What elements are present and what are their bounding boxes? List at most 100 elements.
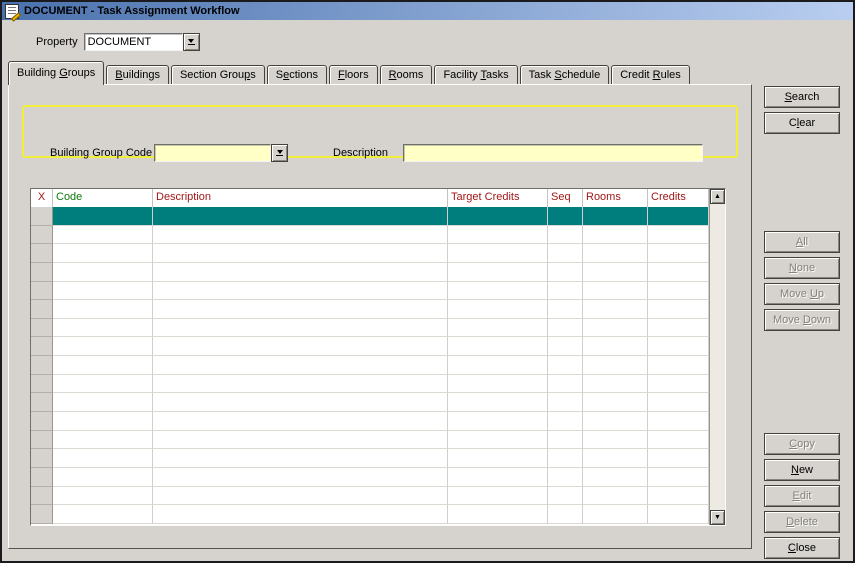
table-cell	[448, 375, 548, 394]
tab-facility-tasks[interactable]: Facility Tasks	[434, 65, 517, 84]
table-cell	[153, 468, 448, 487]
down-arrow-icon: ▼	[714, 514, 721, 521]
column-header-x: X	[31, 189, 53, 207]
description-input[interactable]	[403, 144, 703, 162]
table-row[interactable]	[31, 468, 709, 487]
table-cell	[648, 412, 709, 431]
table-row[interactable]	[31, 337, 709, 356]
table-cell	[53, 505, 153, 524]
table-row[interactable]	[31, 449, 709, 468]
table-cell	[583, 282, 648, 301]
table-row[interactable]	[31, 319, 709, 338]
scrollbar-track[interactable]	[710, 204, 725, 510]
table-cell	[583, 300, 648, 319]
table-cell	[448, 356, 548, 375]
table-row[interactable]	[31, 300, 709, 319]
table-row[interactable]	[31, 375, 709, 394]
table-cell	[53, 393, 153, 412]
row-selector-cell	[31, 282, 53, 301]
tab-buildings[interactable]: Buildings	[106, 65, 169, 84]
table-cell	[648, 468, 709, 487]
table-cell	[448, 244, 548, 263]
move-down-button: Move Down	[764, 309, 840, 331]
table-row[interactable]	[31, 226, 709, 245]
row-selector-cell	[31, 207, 53, 226]
table-cell	[53, 431, 153, 450]
all-button: All	[764, 231, 840, 253]
dropdown-bar-icon	[276, 155, 283, 156]
table-row[interactable]	[31, 282, 709, 301]
column-header-seq: Seq	[548, 189, 583, 207]
property-dropdown-button[interactable]	[183, 33, 200, 51]
column-header-rooms: Rooms	[583, 189, 648, 207]
window-title: DOCUMENT - Task Assignment Workflow	[24, 5, 240, 17]
row-selector-cell	[31, 393, 53, 412]
table-cell	[53, 449, 153, 468]
tab-section-groups[interactable]: Section Groups	[171, 65, 265, 84]
search-button[interactable]: Search	[764, 86, 840, 108]
table-cell	[53, 319, 153, 338]
move-up-button: Move Up	[764, 283, 840, 305]
clear-button[interactable]: Clear	[764, 112, 840, 134]
tab-building-groups[interactable]: Building Groups	[8, 61, 104, 85]
table-row[interactable]	[31, 393, 709, 412]
new-button[interactable]: New	[764, 459, 840, 481]
table-row[interactable]	[31, 431, 709, 450]
table-cell	[583, 393, 648, 412]
row-selector-cell	[31, 505, 53, 524]
filter-group: Building Group Code Description	[22, 105, 738, 158]
table-cell	[548, 393, 583, 412]
table-row[interactable]	[31, 356, 709, 375]
table-cell	[153, 449, 448, 468]
table-cell	[448, 337, 548, 356]
table-row[interactable]	[31, 505, 709, 524]
tab-sections[interactable]: Sections	[267, 65, 327, 84]
table-cell	[583, 375, 648, 394]
table-row[interactable]	[31, 263, 709, 282]
table-row[interactable]	[31, 412, 709, 431]
row-selector-cell	[31, 468, 53, 487]
table-cell	[448, 449, 548, 468]
table-cell	[548, 244, 583, 263]
property-input[interactable]	[84, 33, 183, 51]
tab-rooms[interactable]: Rooms	[380, 65, 433, 84]
row-selector-cell	[31, 337, 53, 356]
table-cell	[648, 487, 709, 506]
row-selector-cell	[31, 487, 53, 506]
action-group-record: CopyNewEditDeleteClose	[764, 433, 840, 559]
row-selector-cell	[31, 375, 53, 394]
table-cell	[648, 449, 709, 468]
scrollbar-up-button[interactable]: ▲	[710, 189, 725, 204]
table-cell	[448, 319, 548, 338]
table-cell	[648, 356, 709, 375]
building-group-code-input[interactable]	[154, 144, 271, 162]
table-cell	[53, 244, 153, 263]
dropdown-arrow-icon	[188, 39, 194, 43]
close-button[interactable]: Close	[764, 537, 840, 559]
table-row[interactable]	[31, 207, 709, 226]
building-group-code-dropdown-button[interactable]	[271, 144, 288, 162]
table-cell	[583, 449, 648, 468]
table-cell	[53, 468, 153, 487]
table-cell	[153, 337, 448, 356]
content-panel: Building Group Code Description XCodeDes…	[8, 84, 752, 549]
row-selector-cell	[31, 263, 53, 282]
vertical-scrollbar[interactable]: ▲ ▼	[709, 189, 725, 525]
table-cell	[53, 337, 153, 356]
table-cell	[583, 226, 648, 245]
property-label: Property	[36, 36, 78, 48]
scrollbar-down-button[interactable]: ▼	[710, 510, 725, 525]
table-cell	[153, 375, 448, 394]
action-group-search: Search Clear	[764, 86, 840, 134]
table-cell	[548, 282, 583, 301]
row-selector-cell	[31, 431, 53, 450]
copy-button: Copy	[764, 433, 840, 455]
table-cell	[583, 505, 648, 524]
table-cell	[53, 282, 153, 301]
tab-credit-rules[interactable]: Credit Rules	[611, 65, 690, 84]
table-row[interactable]	[31, 487, 709, 506]
tab-floors[interactable]: Floors	[329, 65, 378, 84]
tab-task-schedule[interactable]: Task Schedule	[520, 65, 610, 84]
table-cell	[648, 300, 709, 319]
table-row[interactable]	[31, 244, 709, 263]
